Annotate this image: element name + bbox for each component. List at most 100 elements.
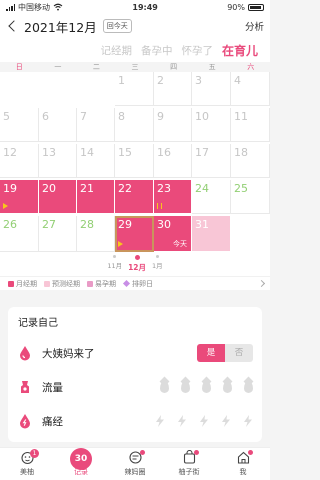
day-cell[interactable]: 4 — [231, 72, 270, 106]
day-number: 5 — [3, 110, 10, 123]
mode-pregnant[interactable]: 怀孕了 — [181, 43, 213, 58]
tab-label: 辣妈圈 — [124, 468, 146, 476]
chevron-right-icon[interactable] — [257, 279, 266, 288]
day-cell[interactable]: 16 — [154, 144, 192, 178]
month-pager: 11月 12月 1月 — [0, 254, 270, 276]
day-number: 17 — [195, 146, 209, 159]
day-number: 9 — [157, 110, 164, 123]
legend-swatch — [8, 280, 14, 287]
day-cell[interactable]: 28 — [77, 216, 115, 252]
day-number: 14 — [80, 146, 94, 159]
day-number: 15 — [118, 146, 132, 159]
weekday-sun: 日 — [15, 63, 23, 71]
day-cell-today[interactable]: 30 今天 — [154, 216, 192, 252]
bolt-icon[interactable] — [221, 415, 231, 427]
tab-record[interactable]: 30 记录 — [54, 448, 108, 480]
day-number: 23 — [157, 182, 171, 195]
day-number: 18 — [234, 146, 248, 159]
day-cell[interactable]: 13 — [39, 144, 77, 178]
day-cell[interactable]: 6 — [39, 108, 77, 142]
day-cell[interactable]: 1 — [115, 72, 154, 106]
day-cell[interactable]: 15 — [115, 144, 154, 178]
flow-level-option[interactable] — [223, 381, 232, 393]
record-day-number: 30 — [70, 448, 92, 470]
day-number: 1 — [118, 74, 125, 87]
day-number: 3 — [195, 74, 202, 87]
day-number: 16 — [157, 146, 171, 159]
record-icon: 30 — [70, 448, 92, 470]
today-label: 今天 — [173, 240, 187, 248]
calendar-legend[interactable]: 月经期 预测经期 易孕期 排卵日 — [0, 276, 270, 290]
day-cell[interactable]: 3 — [192, 72, 231, 106]
legend-period: 月经期 — [8, 279, 37, 289]
battery-status: 90% — [227, 3, 264, 12]
day-cell[interactable]: 17 — [192, 144, 231, 178]
day-cell[interactable]: 5 — [0, 108, 39, 142]
day-cell-period[interactable]: 19 — [0, 180, 39, 214]
record-label: 大姨妈来了 — [42, 347, 95, 360]
bolt-icon[interactable] — [155, 415, 165, 427]
day-number: 25 — [234, 182, 248, 195]
flow-level-option[interactable] — [202, 381, 211, 393]
day-cell[interactable]: 7 — [77, 108, 115, 142]
month-nav-label: 1月 — [152, 262, 163, 270]
day-cell[interactable]: 11 — [231, 108, 270, 142]
day-number: 8 — [118, 110, 125, 123]
day-cell[interactable]: 27 — [39, 216, 77, 252]
mode-period[interactable]: 记经期 — [100, 43, 132, 58]
calendar-grid: 1 2 3 4 5 6 7 8 9 10 11 12 13 14 15 16 1… — [0, 72, 270, 254]
record-card: 记录自己 大姨妈来了 是 否 流量 痛经 — [8, 307, 262, 442]
tab-meiyou[interactable]: 1 美柚 — [0, 448, 54, 480]
tab-profile[interactable]: 我 — [216, 448, 270, 480]
tab-label: 美柚 — [20, 468, 34, 476]
mode-trying[interactable]: 备孕中 — [141, 43, 173, 58]
day-cell-period[interactable]: 20 — [39, 180, 77, 214]
day-cell-period[interactable]: 21 — [77, 180, 115, 214]
bolt-icon[interactable] — [243, 415, 253, 427]
month-nav-prev[interactable]: 11月 — [107, 255, 122, 270]
tab-shop[interactable]: 柚子街 — [162, 448, 216, 480]
flow-level-option[interactable] — [244, 381, 253, 393]
wifi-icon — [53, 3, 63, 11]
day-cell-period[interactable]: 22 — [115, 180, 154, 214]
day-cell[interactable]: 9 — [154, 108, 192, 142]
period-start-icon — [3, 203, 8, 209]
bolt-icon[interactable] — [177, 415, 187, 427]
day-cell[interactable]: 14 — [77, 144, 115, 178]
day-cell[interactable]: 2 — [154, 72, 192, 106]
month-nav-next[interactable]: 1月 — [152, 255, 163, 270]
yes-button[interactable]: 是 — [197, 344, 225, 362]
no-button[interactable]: 否 — [225, 344, 253, 362]
back-to-today-button[interactable]: 回今天 — [102, 19, 132, 33]
bolt-icon[interactable] — [199, 415, 209, 427]
day-cell[interactable]: 24 — [192, 180, 231, 214]
record-title: 记录自己 — [18, 318, 58, 329]
cramp-icon — [20, 414, 30, 429]
flow-levels — [160, 381, 253, 393]
day-cell[interactable]: 12 — [0, 144, 39, 178]
legend-label: 排卵日 — [132, 279, 153, 288]
day-cell-predicted[interactable]: 31 — [192, 216, 231, 252]
day-cell[interactable]: 18 — [231, 144, 270, 178]
record-row-cramps: 痛经 — [8, 407, 262, 435]
dot-badge — [140, 450, 145, 455]
tab-community[interactable]: 辣妈圈 — [108, 448, 162, 480]
day-cell-period[interactable]: 23 — [154, 180, 192, 214]
weekday-wed: 三 — [131, 63, 139, 71]
period-end-icon — [157, 203, 162, 209]
day-cell[interactable]: 26 — [0, 216, 39, 252]
day-cell-selected[interactable]: 29 — [115, 216, 154, 252]
analysis-button[interactable]: 分析 — [245, 19, 264, 33]
flow-level-option[interactable] — [181, 381, 190, 393]
month-nav-current[interactable]: 12月 — [128, 255, 146, 273]
month-title[interactable]: 2021年12月 — [24, 17, 97, 36]
day-cell[interactable]: 10 — [192, 108, 231, 142]
day-cell[interactable]: 25 — [231, 180, 270, 214]
flow-level-option[interactable] — [160, 381, 169, 393]
legend-swatch — [87, 280, 93, 287]
record-row-flow: 流量 — [8, 373, 262, 401]
day-cell[interactable]: 8 — [115, 108, 154, 142]
back-icon[interactable] — [6, 19, 20, 33]
legend-predicted: 预测经期 — [44, 279, 80, 289]
mode-parenting[interactable]: 在育儿 — [222, 42, 258, 59]
